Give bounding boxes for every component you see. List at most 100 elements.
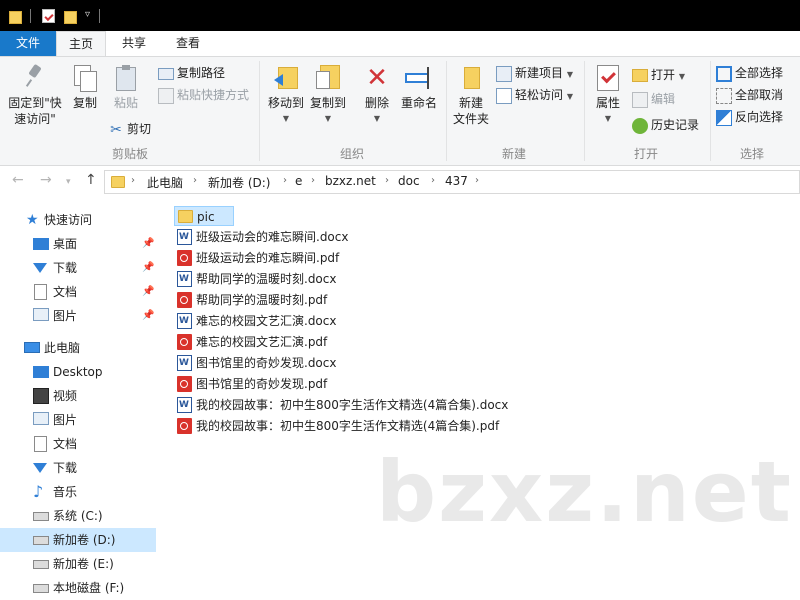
edit-icon xyxy=(632,91,648,108)
nav-item-desktop[interactable]: 桌面 📌 xyxy=(0,232,156,256)
new-folder-icon[interactable] xyxy=(64,7,77,24)
pin-icon[interactable]: 📌 xyxy=(142,232,154,256)
properties-label: 属性 xyxy=(595,96,620,110)
nav-quick-access[interactable]: ★ 快速访问 xyxy=(0,208,156,232)
chevron-down-icon: ▼ xyxy=(282,114,290,123)
tab-home[interactable]: 主页 xyxy=(56,31,106,57)
edit-label: 编辑 xyxy=(651,92,676,106)
rename-button[interactable]: 重命名 xyxy=(398,65,440,111)
nav-item-documents-pc[interactable]: 文档 xyxy=(0,432,156,456)
desktop-icon xyxy=(33,238,49,250)
tab-share[interactable]: 共享 xyxy=(108,31,160,56)
edit-button[interactable]: 编辑 xyxy=(632,89,675,109)
chevron-down-icon[interactable]: ▿ xyxy=(85,10,90,20)
up-arrow-icon[interactable]: ↑ xyxy=(85,172,97,188)
ribbon-tabs: 文件 主页 共享 查看 xyxy=(0,31,800,57)
copy-button[interactable]: 复制 xyxy=(66,65,104,111)
delete-icon: ✕ xyxy=(366,63,388,93)
new-folder-button[interactable]: 新建 文件夹 xyxy=(450,65,492,127)
chevron-down-icon: ▼ xyxy=(678,72,685,81)
nav-item-downloads[interactable]: 下载 📌 xyxy=(0,256,156,280)
download-icon xyxy=(33,463,47,473)
history-button[interactable]: 历史记录 xyxy=(632,115,699,135)
forward-arrow-icon[interactable]: → xyxy=(40,172,52,188)
cut-button[interactable]: ✂ 剪切 xyxy=(108,119,151,139)
pin-icon[interactable]: 📌 xyxy=(142,304,154,328)
new-folder-icon xyxy=(460,65,482,91)
breadcrumb-item[interactable]: doc xyxy=(398,174,420,188)
breadcrumb-item[interactable]: 437 xyxy=(445,174,468,188)
copy-path-button[interactable]: 复制路径 xyxy=(158,63,225,83)
nav-item-drive-d[interactable]: 新加卷 (D:) xyxy=(0,528,156,552)
word-document-icon xyxy=(177,271,192,287)
nav-item-videos[interactable]: 视频 xyxy=(0,384,156,408)
paste-shortcut-label: 粘贴快捷方式 xyxy=(177,88,250,102)
open-icon xyxy=(632,69,648,82)
back-arrow-icon[interactable]: ← xyxy=(12,172,24,188)
properties-button[interactable]: 属性 ▼ xyxy=(590,65,626,127)
organize-group-label: 组织 xyxy=(339,147,364,161)
pin-icon[interactable]: 📌 xyxy=(142,256,154,280)
new-item-button[interactable]: 新建项目 ▼ xyxy=(496,63,573,83)
copy-to-button[interactable]: 复制到 ▼ xyxy=(306,65,350,127)
pin-icon xyxy=(25,63,45,87)
new-item-icon xyxy=(496,65,512,82)
toolbar-divider xyxy=(99,9,100,23)
nav-label: 视频 xyxy=(53,389,78,403)
breadcrumb-item[interactable]: 此电脑 xyxy=(147,174,183,191)
breadcrumb-item[interactable]: bzxz.net xyxy=(325,174,376,188)
select-none-button[interactable]: 全部取消 xyxy=(716,85,783,105)
rename-icon xyxy=(405,65,433,91)
invert-selection-button[interactable]: 反向选择 xyxy=(716,107,783,127)
pdf-icon xyxy=(177,418,192,434)
paste-shortcut-button[interactable]: 粘贴快捷方式 xyxy=(158,85,249,105)
tab-view[interactable]: 查看 xyxy=(162,31,214,56)
group-divider xyxy=(446,61,447,161)
breadcrumb-separator-icon: › xyxy=(193,175,197,186)
breadcrumb-item[interactable]: e xyxy=(295,174,302,188)
address-bar[interactable]: › 此电脑 › 新加卷 (D:) › e › bzxz.net › doc › … xyxy=(104,170,800,194)
nav-item-desktop-pc[interactable]: Desktop xyxy=(0,360,156,384)
pin-quick-access-button[interactable]: 固定到"快 速访问" xyxy=(4,63,66,127)
history-icon xyxy=(632,117,648,134)
select-all-button[interactable]: 全部选择 xyxy=(716,63,783,83)
nav-item-drive-f[interactable]: 本地磁盘 (F:) xyxy=(0,576,156,600)
recent-chevron-icon[interactable]: ▾ xyxy=(66,177,71,187)
copy-to-label: 复制到 xyxy=(309,96,346,110)
tab-file[interactable]: 文件 xyxy=(0,31,56,56)
move-to-button[interactable]: 移动到 ▼ xyxy=(264,65,308,127)
open-button[interactable]: 打开 ▼ xyxy=(632,65,685,85)
move-to-icon xyxy=(274,65,298,91)
folder-icon xyxy=(111,175,125,189)
drive-icon xyxy=(33,560,49,569)
word-document-icon xyxy=(177,397,192,413)
paste-button[interactable]: 粘贴 xyxy=(106,65,146,111)
file-name: 图书馆里的奇妙发现.docx xyxy=(196,356,337,370)
folder-icon[interactable] xyxy=(9,7,22,24)
group-divider xyxy=(584,61,585,161)
easy-access-button[interactable]: 轻松访问 ▼ xyxy=(496,85,573,105)
nav-item-pictures[interactable]: 图片 📌 xyxy=(0,304,156,328)
file-name: 帮助同学的温暖时刻.docx xyxy=(196,272,337,286)
nav-item-drive-e[interactable]: 新加卷 (E:) xyxy=(0,552,156,576)
nav-item-documents[interactable]: 文档 📌 xyxy=(0,280,156,304)
nav-item-drive-c[interactable]: 系统 (C:) xyxy=(0,504,156,528)
file-name: 班级运动会的难忘瞬间.docx xyxy=(196,230,349,244)
chevron-down-icon: ▼ xyxy=(324,114,332,123)
nav-item-music[interactable]: ♪ 音乐 xyxy=(0,480,156,504)
nav-this-pc[interactable]: 此电脑 xyxy=(0,336,156,360)
ribbon: 固定到"快 速访问" 复制 粘贴 复制路径 粘贴快捷方式 ✂ 剪切 剪贴板 移动到… xyxy=(0,56,800,166)
chevron-down-icon: ▼ xyxy=(566,70,573,79)
nav-label: 新加卷 (D:) xyxy=(53,533,116,547)
pin-icon[interactable]: 📌 xyxy=(142,280,154,304)
delete-button[interactable]: ✕ 删除 ▼ xyxy=(360,65,394,127)
list-item[interactable]: pic xyxy=(174,206,234,226)
new-group-label: 新建 xyxy=(501,147,526,161)
properties-icon[interactable] xyxy=(42,7,55,24)
nav-item-pictures-pc[interactable]: 图片 xyxy=(0,408,156,432)
select-all-icon xyxy=(716,65,732,82)
copy-to-icon xyxy=(316,65,340,91)
breadcrumb-item[interactable]: 新加卷 (D:) xyxy=(208,174,270,191)
nav-item-downloads-pc[interactable]: 下载 xyxy=(0,456,156,480)
new-folder-label-line1: 新建 xyxy=(458,96,483,110)
